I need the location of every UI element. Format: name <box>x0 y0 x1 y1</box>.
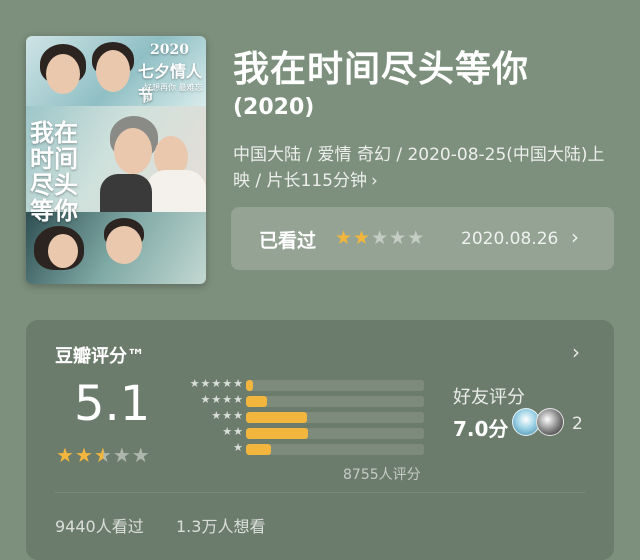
star-filled-icon: ★ <box>335 227 354 249</box>
star-empty-icon: ★ <box>371 227 390 249</box>
distribution-track <box>246 380 424 391</box>
rating-score: 5.1 <box>74 376 151 432</box>
distribution-track <box>246 444 424 455</box>
douban-rating-card: 豆瓣评分™ › 5.1 ★★★★★ ★★★★★ ★★★★ ★★★ ★★ ★ 8755人评… <box>26 320 614 560</box>
wish-count-stat: 1.3万人想看 <box>176 517 266 536</box>
movie-poster[interactable]: 2020 七夕情人节 好想再你 最难忘那 我在时间尽头等你 <box>26 36 206 284</box>
movie-year: (2020) <box>233 95 315 120</box>
poster-panel-top: 2020 七夕情人节 好想再你 最难忘那 <box>26 36 206 106</box>
distribution-bar <box>246 412 307 423</box>
divider <box>55 492 585 493</box>
distribution-bar <box>246 428 309 439</box>
movie-meta-link[interactable]: 中国大陆 / 爱情 奇幻 / 2020-08-25(中国大陆)上映 / 片长11… <box>233 142 613 194</box>
watched-count-stat: 9440人看过 <box>55 517 144 536</box>
star-filled-icon: ★ <box>74 443 94 467</box>
poster-figure <box>114 128 152 174</box>
distribution-stars-icon: ★★★★★ <box>189 377 244 390</box>
movie-title: 我在时间尽头等你 <box>233 49 530 90</box>
star-half-icon: ★ <box>93 443 113 467</box>
rating-heading: 豆瓣评分™ <box>55 346 145 367</box>
distribution-stars-icon: ★★★ <box>211 409 244 422</box>
user-rating-stars: ★★★★★ <box>335 227 425 249</box>
distribution-bar <box>246 444 271 455</box>
poster-figure <box>96 50 130 92</box>
movie-meta: 中国大陆 / 爱情 奇幻 / 2020-08-25(中国大陆)上映 / 片长11… <box>233 145 605 191</box>
star-filled-icon: ★ <box>56 443 75 467</box>
chevron-right-icon: › <box>571 225 579 249</box>
rating-score-stars: ★★★★★ <box>56 443 151 467</box>
star-filled-icon: ★ <box>353 227 372 249</box>
watched-date: 2020.08.26 <box>461 229 559 249</box>
friends-count: 2 <box>572 414 583 434</box>
star-empty-icon: ★ <box>131 443 151 467</box>
poster-title-text: 我在时间尽头等你 <box>30 118 78 225</box>
star-empty-icon: ★ <box>389 227 408 249</box>
friends-rating-score: 7.0分 <box>453 417 509 441</box>
my-rating-bar[interactable]: 已看过 ★★★★★ 2020.08.26 › <box>231 207 614 270</box>
chevron-right-icon: › <box>370 171 378 191</box>
friend-avatar[interactable] <box>536 408 564 436</box>
distribution-bar <box>246 380 254 391</box>
poster-figure <box>46 54 80 94</box>
rating-count: 8755人评分 <box>343 467 421 483</box>
distribution-stars-icon: ★★ <box>222 425 244 438</box>
poster-figure <box>100 174 152 212</box>
poster-figure <box>48 234 78 268</box>
poster-tagline: 好想再你 最难忘那 <box>144 83 203 103</box>
distribution-stars-icon: ★★★★ <box>200 393 244 406</box>
distribution-track <box>246 412 424 423</box>
watched-label: 已看过 <box>259 230 317 252</box>
distribution-track <box>246 428 424 439</box>
distribution-track <box>246 396 424 407</box>
friends-rating-label: 好友评分 <box>453 387 525 408</box>
chevron-right-icon[interactable]: › <box>572 340 580 364</box>
distribution-stars-icon: ★ <box>233 441 244 454</box>
poster-figure <box>106 226 142 264</box>
distribution-bar <box>246 396 268 407</box>
poster-year-text: 2020 <box>150 42 189 58</box>
star-empty-icon: ★ <box>407 227 426 249</box>
poster-figure <box>146 170 206 212</box>
star-empty-icon: ★ <box>112 443 132 467</box>
